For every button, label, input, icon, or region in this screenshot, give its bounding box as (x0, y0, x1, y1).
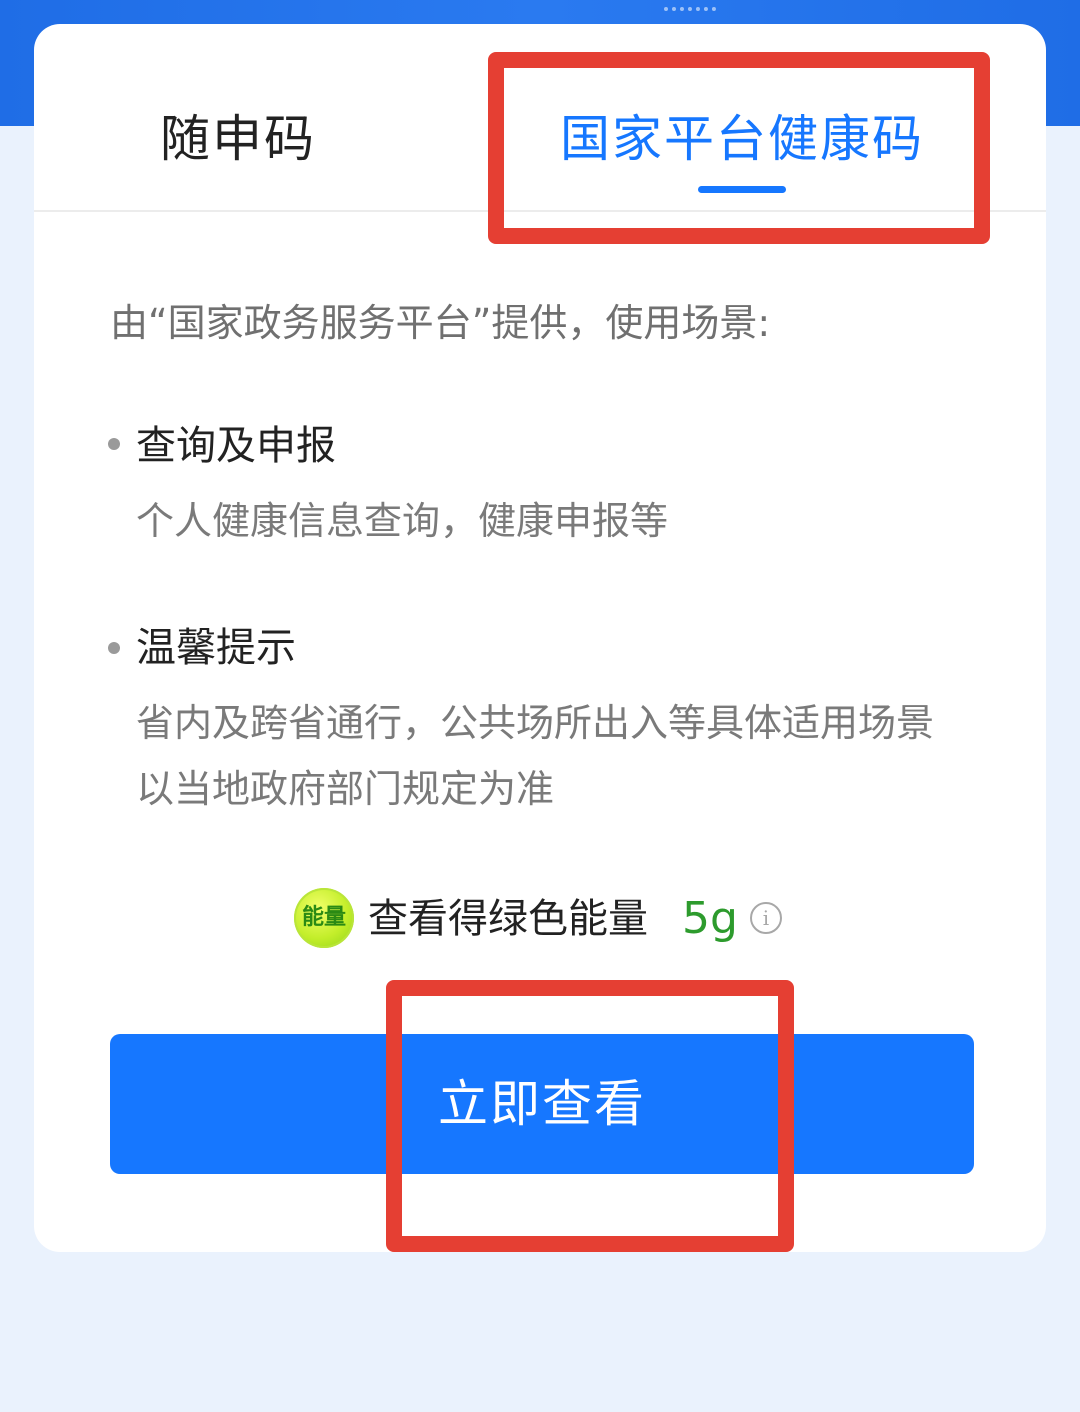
tab-national-health-code[interactable]: 国家平台健康码 (560, 104, 924, 174)
active-tab-indicator (698, 186, 786, 193)
energy-badge-icon: 能量 (294, 888, 354, 948)
section-desc-tip: 省内及跨省通行，公共场所出入等具体适用场景以当地政府部门规定为准 (136, 701, 935, 811)
tab-suishen-code[interactable]: 随申码 (160, 104, 316, 174)
tab-bar: 随申码 国家平台健康码 (34, 24, 1046, 212)
energy-reward-text: 查看得绿色能量 (368, 896, 648, 942)
health-code-card: 随申码 国家平台健康码 由“国家政务服务平台”提供，使用场景: 查询及申报 个人… (34, 24, 1046, 1252)
bullet-dot-icon (108, 642, 120, 654)
section-title-tip: 温馨提示 (136, 625, 296, 671)
provider-intro-text: 由“国家政务服务平台”提供，使用场景: (110, 301, 771, 345)
drag-handle[interactable] (664, 7, 716, 15)
info-icon[interactable]: i (750, 902, 782, 934)
energy-badge-label: 能量 (301, 905, 346, 930)
energy-amount: 5g (682, 893, 738, 944)
section-desc-query: 个人健康信息查询，健康申报等 (136, 499, 669, 543)
bullet-dot-icon (108, 438, 120, 450)
view-now-button[interactable]: 立即查看 (110, 1034, 974, 1174)
section-title-query: 查询及申报 (136, 423, 336, 469)
